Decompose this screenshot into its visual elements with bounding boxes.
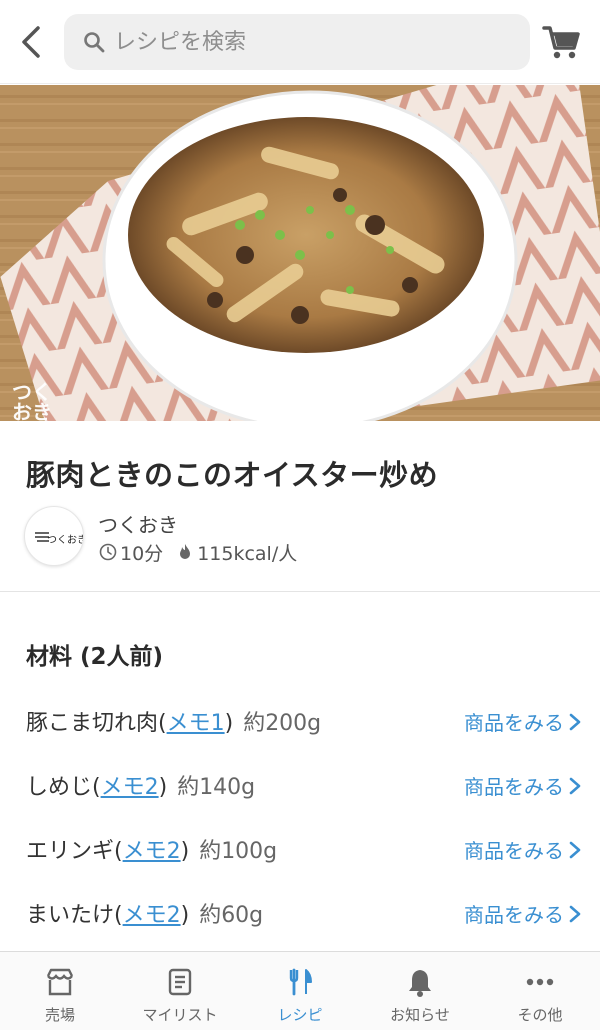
app-header (0, 0, 600, 84)
ingredient-label: しめじ(メモ2) 約140g (26, 769, 255, 801)
nav-label: 売場 (44, 1006, 75, 1024)
recipe-meta: 10分 115kcal/人 (98, 538, 297, 566)
ingredient-amount: 約100g (199, 839, 278, 864)
cart-button[interactable] (540, 22, 584, 62)
more-icon (526, 978, 554, 986)
ingredient-name: しめじ( (26, 775, 101, 800)
cook-time: 10分 (120, 542, 164, 565)
ingredient-amount: 約60g (199, 903, 264, 928)
view-products-label: 商品をみる (464, 903, 564, 927)
recipe-photo-illustration (0, 85, 600, 421)
ingredients-heading: 材料 (2人前) (26, 644, 164, 670)
chevron-right-icon (569, 841, 581, 858)
chevron-right-icon (569, 777, 581, 794)
ingredient-label: 豚こま切れ肉(メモ1) 約200g (26, 705, 321, 737)
list-icon (168, 968, 192, 996)
view-products-link[interactable]: 商品をみる (464, 707, 582, 736)
nav-label: マイリスト (142, 1006, 218, 1024)
view-products-link[interactable]: 商品をみる (464, 771, 582, 800)
author-logo-icon: つくおき (35, 532, 84, 546)
nav-item-store[interactable]: 売場 (0, 952, 120, 1030)
view-products-link[interactable]: 商品をみる (464, 899, 582, 928)
view-products-link[interactable]: 商品をみる (464, 835, 582, 864)
nav-label: お知らせ (390, 1006, 450, 1024)
svg-text:つくおき: つくおき (47, 534, 84, 546)
calories: 115kcal/人 (197, 542, 298, 565)
memo-link[interactable]: メモ2 (101, 775, 159, 800)
ingredient-row: まいたけ(メモ2) 約60g 商品をみる (0, 893, 600, 933)
recipe-title: 豚肉ときのこのオイスター炒め (26, 458, 439, 492)
back-button[interactable] (14, 22, 50, 62)
nav-label: レシピ (277, 1006, 323, 1024)
nav-item-more[interactable]: その他 (480, 952, 600, 1030)
store-icon (46, 968, 74, 996)
fork-knife-icon (289, 968, 312, 996)
flame-icon (180, 544, 191, 559)
bottom-nav: 売場 マイリスト レシピ お知らせ その他 (0, 951, 600, 1030)
ingredient-paren: ) (180, 903, 190, 928)
chevron-left-icon (22, 26, 40, 58)
ingredient-name: 豚こま切れ肉( (26, 711, 167, 736)
nav-item-recipe[interactable]: レシピ (240, 952, 360, 1030)
nav-item-mylist[interactable]: マイリスト (120, 952, 240, 1030)
memo-link[interactable]: メモ2 (123, 903, 181, 928)
ingredient-amount: 約140g (177, 775, 256, 800)
memo-link[interactable]: メモ1 (167, 711, 225, 736)
author-name[interactable]: つくおき (98, 509, 178, 538)
clock-icon (99, 543, 117, 561)
ingredient-name: エリンギ( (26, 839, 123, 864)
memo-link[interactable]: メモ2 (123, 839, 181, 864)
view-products-label: 商品をみる (464, 711, 564, 735)
ingredient-paren: ) (158, 775, 168, 800)
recipe-photo: つく おき (0, 85, 600, 421)
search-input[interactable] (114, 22, 514, 62)
nav-item-notifications[interactable]: お知らせ (360, 952, 480, 1030)
ingredient-row: エリンギ(メモ2) 約100g 商品をみる (0, 829, 600, 869)
section-divider (0, 591, 600, 592)
ingredient-label: エリンギ(メモ2) 約100g (26, 833, 277, 865)
photo-watermark: つく おき (12, 380, 52, 421)
ingredient-row: 豚こま切れ肉(メモ1) 約200g 商品をみる (0, 701, 600, 741)
ingredient-name: まいたけ( (26, 903, 123, 928)
view-products-label: 商品をみる (464, 775, 564, 799)
ingredient-paren: ) (180, 839, 190, 864)
view-products-label: 商品をみる (464, 839, 564, 863)
nav-label: その他 (517, 1006, 563, 1024)
cart-icon (542, 26, 580, 59)
ingredient-row: しめじ(メモ2) 約140g 商品をみる (0, 765, 600, 805)
chevron-right-icon (569, 713, 581, 730)
bell-icon (409, 970, 431, 997)
search-icon (84, 32, 105, 53)
ingredient-amount: 約200g (243, 711, 322, 736)
ingredient-label: まいたけ(メモ2) 約60g (26, 897, 263, 929)
author-avatar[interactable]: つくおき (24, 506, 84, 566)
chevron-right-icon (569, 905, 581, 922)
search-bar[interactable] (64, 14, 530, 70)
ingredient-paren: ) (224, 711, 234, 736)
